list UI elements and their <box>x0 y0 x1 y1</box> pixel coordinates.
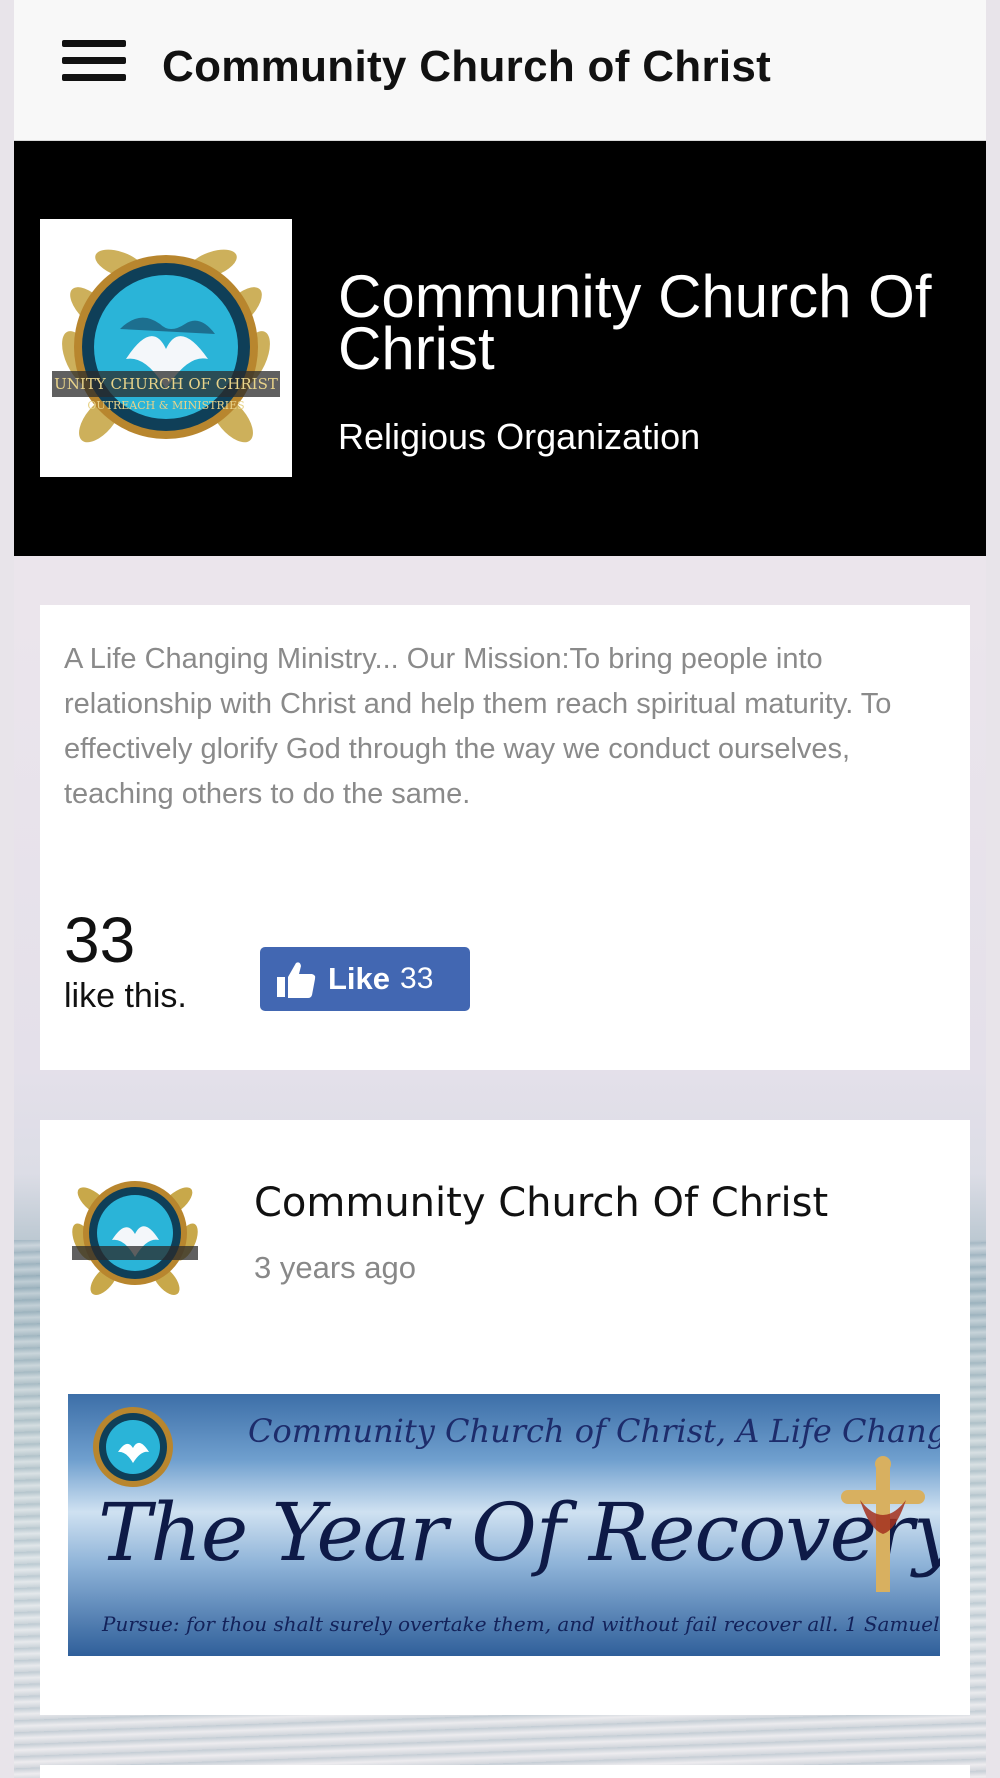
post-author[interactable]: Community Church Of Christ <box>254 1180 828 1226</box>
like-button-label: Like <box>328 961 391 996</box>
avatar[interactable] <box>64 1162 206 1304</box>
app-title: Community Church of Christ <box>162 42 772 91</box>
banner-main-text: The Year Of Recovery! <box>98 1486 940 1579</box>
next-card <box>40 1765 970 1778</box>
svg-text:OUTREACH & MINISTRIES: OUTREACH & MINISTRIES <box>87 399 244 412</box>
church-logo: UNITY CHURCH OF CHRIST OUTREACH & MINIST… <box>40 219 292 477</box>
like-button[interactable]: Like 33 <box>260 947 470 1011</box>
church-logo-icon: UNITY CHURCH OF CHRIST OUTREACH & MINIST… <box>40 219 292 477</box>
banner-top-text: Community Church of Christ, A Life Chang… <box>248 1412 940 1450</box>
about-card: A Life Changing Ministry... Our Mission:… <box>40 605 970 1070</box>
like-label: like this. <box>64 977 187 1015</box>
church-name: Community Church Of Christ <box>338 263 932 382</box>
thumbs-up-icon <box>277 962 316 998</box>
seal-icon <box>93 1407 173 1487</box>
page-frame: Community Church of Christ UNITY CHURCH … <box>14 0 986 1778</box>
like-button-count: 33 <box>400 962 434 995</box>
top-bar: Community Church of Christ <box>14 0 986 141</box>
banner-bottom-text: Pursue: for thou shalt surely overtake t… <box>102 1612 940 1636</box>
hero-banner: UNITY CHURCH OF CHRIST OUTREACH & MINIST… <box>14 141 986 556</box>
hamburger-icon[interactable] <box>62 40 126 88</box>
post-timestamp[interactable]: 3 years ago <box>254 1250 416 1286</box>
cross-icon <box>841 1456 925 1592</box>
svg-text:UNITY CHURCH OF CHRIST: UNITY CHURCH OF CHRIST <box>54 375 278 393</box>
mission-description: A Life Changing Ministry... Our Mission:… <box>64 643 892 810</box>
church-avatar-icon <box>72 1181 198 1295</box>
post-card: Community Church Of Christ 3 years ago C… <box>40 1120 970 1715</box>
like-count: 33 <box>64 904 136 976</box>
post-image[interactable]: Community Church of Christ, A Life Chang… <box>68 1394 940 1656</box>
category-label: Religious Organization <box>338 416 701 457</box>
